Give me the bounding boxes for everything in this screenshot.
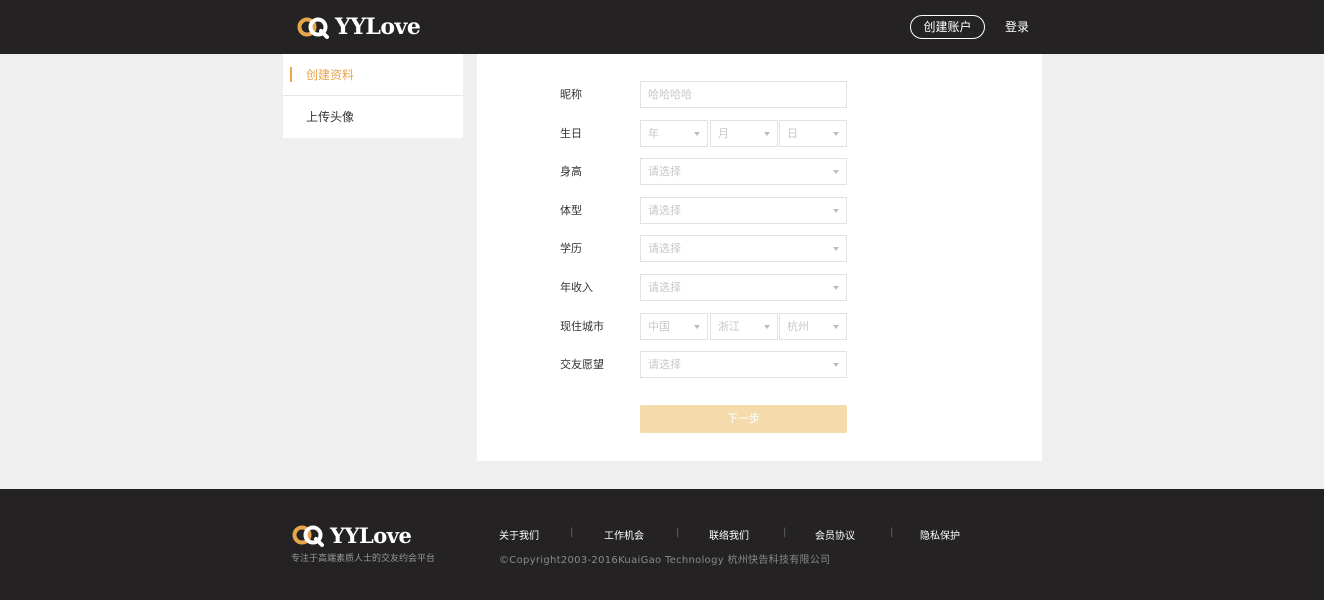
footer-separator: | <box>890 527 894 538</box>
income-select[interactable]: 请选择 <box>640 274 847 301</box>
body-type-row: 体型 请选择 <box>477 197 1042 224</box>
next-step-button[interactable]: 下一步 <box>640 405 847 433</box>
wish-row: 交友愿望 请选择 <box>477 351 1042 378</box>
income-value: 请选择 <box>648 281 681 294</box>
province-value: 浙江 <box>718 320 740 333</box>
nickname-row: 昵称 <box>477 81 1042 108</box>
education-label: 学历 <box>560 242 582 255</box>
chevron-down-icon <box>694 325 700 329</box>
footer-separator: | <box>570 527 574 538</box>
nickname-label: 昵称 <box>560 88 582 101</box>
chevron-down-icon <box>833 170 839 174</box>
footer-link-contact[interactable]: 联络我们 <box>709 527 749 542</box>
top-header: YYLove 创建账户 登录 <box>0 0 1324 54</box>
logo-text: YYLove <box>335 14 421 40</box>
chevron-down-icon <box>833 132 839 136</box>
footer-link-privacy[interactable]: 隐私保护 <box>920 527 960 542</box>
height-label: 身高 <box>560 165 582 178</box>
body-type-value: 请选择 <box>648 204 681 217</box>
city-select[interactable]: 杭州 <box>779 313 847 340</box>
height-select[interactable]: 请选择 <box>640 158 847 185</box>
yylove-logo-icon <box>297 17 329 39</box>
birthday-year-select[interactable]: 年 <box>640 120 708 147</box>
education-value: 请选择 <box>648 242 681 255</box>
chevron-down-icon <box>833 209 839 213</box>
birthday-month-value: 月 <box>718 127 729 140</box>
wish-select[interactable]: 请选择 <box>640 351 847 378</box>
country-select[interactable]: 中国 <box>640 313 708 340</box>
height-row: 身高 请选择 <box>477 158 1042 185</box>
footer-logo[interactable]: YYLove <box>292 522 412 548</box>
birthday-row: 生日 年 月 日 <box>477 120 1042 147</box>
chevron-down-icon <box>833 363 839 367</box>
footer-separator: | <box>676 527 680 538</box>
birthday-day-select[interactable]: 日 <box>779 120 847 147</box>
birthday-day-value: 日 <box>787 127 798 140</box>
birthday-month-select[interactable]: 月 <box>710 120 778 147</box>
birthday-label: 生日 <box>560 127 582 140</box>
chevron-down-icon <box>833 325 839 329</box>
income-row: 年收入 请选择 <box>477 274 1042 301</box>
chevron-down-icon <box>694 132 700 136</box>
province-select[interactable]: 浙江 <box>710 313 778 340</box>
page-footer: YYLove 专注于高端素质人士的交友约会平台 关于我们 | 工作机会 | 联络… <box>0 489 1324 600</box>
body-type-label: 体型 <box>560 204 582 217</box>
nickname-input[interactable] <box>640 81 847 108</box>
chevron-down-icon <box>764 325 770 329</box>
footer-tagline: 专注于高端素质人士的交友约会平台 <box>291 554 436 564</box>
sidebar-item-create-profile[interactable]: 创建资料 <box>283 54 463 96</box>
body-type-select[interactable]: 请选择 <box>640 197 847 224</box>
city-row: 现住城市 中国 浙江 杭州 <box>477 313 1042 340</box>
login-link[interactable]: 登录 <box>1005 15 1029 39</box>
sidebar: 创建资料 上传头像 <box>283 54 463 138</box>
footer-link-about[interactable]: 关于我们 <box>499 527 539 542</box>
height-value: 请选择 <box>648 165 681 178</box>
footer-copyright: ©Copyright2003-2016KuaiGao Technology 杭州… <box>499 555 831 566</box>
chevron-down-icon <box>764 132 770 136</box>
profile-form-panel: 昵称 生日 年 月 日 身高 请选择 体型 请选择 学历 <box>477 54 1042 461</box>
city-value: 杭州 <box>787 320 809 333</box>
sidebar-item-upload-avatar[interactable]: 上传头像 <box>283 96 463 138</box>
income-label: 年收入 <box>560 281 593 294</box>
wish-label: 交友愿望 <box>560 358 604 371</box>
footer-separator: | <box>783 527 787 538</box>
education-row: 学历 请选择 <box>477 235 1042 262</box>
wish-value: 请选择 <box>648 358 681 371</box>
education-select[interactable]: 请选择 <box>640 235 847 262</box>
footer-link-jobs[interactable]: 工作机会 <box>604 527 644 542</box>
country-value: 中国 <box>648 320 670 333</box>
chevron-down-icon <box>833 247 839 251</box>
birthday-year-value: 年 <box>648 127 659 140</box>
footer-link-terms[interactable]: 会员协议 <box>815 527 855 542</box>
header-logo[interactable]: YYLove <box>297 13 421 41</box>
footer-logo-text: YYLove <box>330 522 412 548</box>
create-account-button[interactable]: 创建账户 <box>910 15 985 39</box>
city-label: 现住城市 <box>560 320 604 333</box>
chevron-down-icon <box>833 286 839 290</box>
yylove-logo-icon <box>292 525 324 547</box>
